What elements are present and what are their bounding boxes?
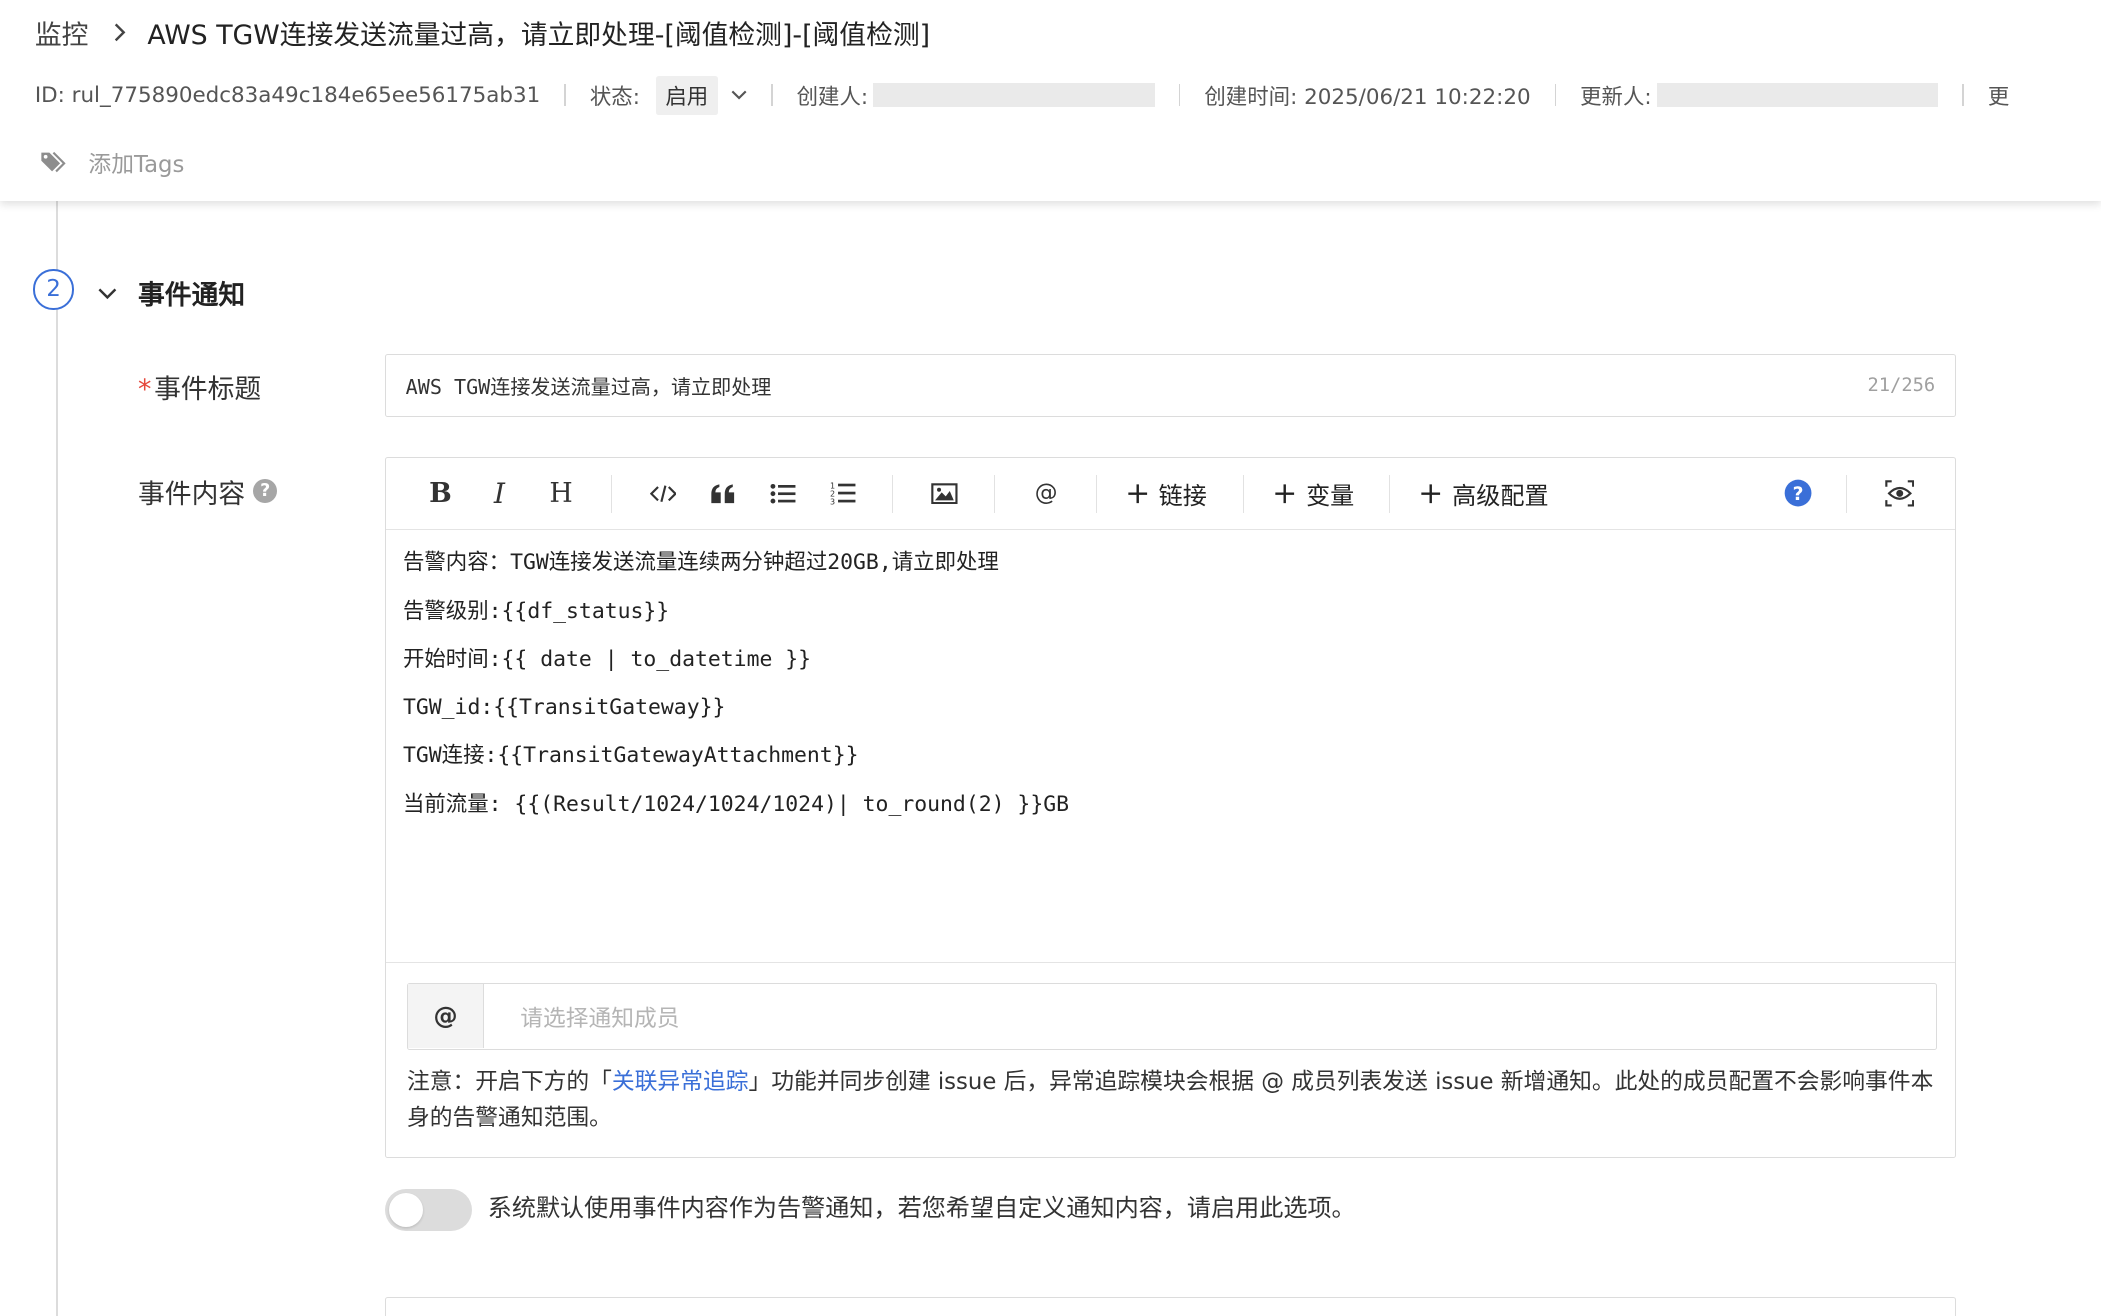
add-tags-button[interactable]: 添加Tags bbox=[40, 145, 184, 180]
divider bbox=[610, 475, 612, 513]
ordered-list-icon[interactable]: 123 bbox=[826, 458, 861, 529]
plus-icon bbox=[1127, 484, 1147, 503]
event-title-value: AWS TGW连接发送流量过高，请立即处理 bbox=[405, 374, 772, 399]
creator-redacted bbox=[873, 83, 1155, 108]
notify-members-select[interactable]: @ 请选择通知成员 bbox=[406, 983, 1938, 1051]
at-sign-icon: @ bbox=[407, 984, 485, 1049]
quote-icon[interactable] bbox=[706, 458, 741, 529]
page-title: AWS TGW连接发送流量过高，请立即处理-[阈值检测]-[阈值检测] bbox=[147, 19, 931, 51]
divider bbox=[1846, 475, 1848, 513]
divider bbox=[1095, 475, 1098, 513]
notice-text: 注意：开启下方的「关联异常追踪」功能并同步创建 issue 后，异常追踪模块会根… bbox=[406, 1068, 1934, 1131]
chevron-down-icon[interactable] bbox=[731, 90, 747, 101]
divider bbox=[892, 475, 894, 513]
question-circle-icon[interactable]: ? bbox=[253, 479, 278, 504]
editor-line: 当前流量: {{(Result/1024/1024/1024)| to_roun… bbox=[402, 791, 1070, 817]
event-content-label-text: 事件内容 bbox=[138, 478, 246, 510]
trailing-meta-label: 更 bbox=[1987, 84, 2010, 110]
mention-button[interactable]: @ bbox=[1029, 458, 1064, 529]
event-title-input[interactable]: AWS TGW连接发送流量过高，请立即处理 21/256 bbox=[384, 353, 1957, 417]
add-tags-label: 添加Tags bbox=[88, 151, 185, 178]
svg-text:?: ? bbox=[1792, 484, 1803, 505]
divider bbox=[1554, 84, 1557, 106]
created-time: 创建时间: 2025/06/21 10:22:20 bbox=[1204, 84, 1531, 110]
member-placeholder: 请选择通知成员 bbox=[520, 1006, 680, 1033]
toggle-knob bbox=[388, 1192, 424, 1228]
custom-notify-toggle[interactable] bbox=[384, 1188, 472, 1232]
advanced-config-button[interactable]: 高级配置 bbox=[1420, 458, 1549, 529]
updater-redacted bbox=[1656, 83, 1939, 108]
step-number-badge: 2 bbox=[33, 269, 74, 310]
bold-button[interactable]: B bbox=[423, 458, 458, 529]
chevron-right-icon bbox=[113, 23, 126, 42]
preview-eye-icon[interactable] bbox=[1881, 458, 1919, 529]
divider bbox=[1243, 475, 1245, 513]
page-header: 监控 AWS TGW连接发送流量过高，请立即处理-[阈值检测]-[阈值检测] I… bbox=[0, 0, 2101, 201]
editor-line: 开始时间:{{ date | to_datetime }} bbox=[402, 646, 812, 672]
plus-icon bbox=[1421, 484, 1441, 503]
event-content-label: 事件内容 ? bbox=[138, 472, 278, 511]
event-title-label-text: 事件标题 bbox=[154, 374, 262, 406]
heading-button[interactable]: H bbox=[544, 458, 579, 529]
updater-label: 更新人: bbox=[1580, 84, 1652, 110]
plus-icon bbox=[1275, 484, 1295, 503]
insert-variable-button[interactable]: 变量 bbox=[1274, 458, 1354, 529]
required-mark: * bbox=[138, 374, 152, 406]
help-circle-icon[interactable]: ? bbox=[1782, 458, 1814, 529]
editor-line: 告警内容：TGW连接发送流量连续两分钟超过20GB,请立即处理 bbox=[402, 550, 999, 576]
divider bbox=[1389, 475, 1391, 513]
breadcrumb-root-link[interactable]: 监控 bbox=[35, 13, 89, 52]
bullet-list-icon[interactable] bbox=[766, 458, 801, 529]
timeline-line bbox=[56, 200, 58, 1316]
next-field-box bbox=[384, 1297, 1957, 1316]
related-issue-tracking-link[interactable]: 关联异常追踪 bbox=[612, 1069, 749, 1095]
editor-line: TGW_id:{{TransitGateway}} bbox=[402, 695, 726, 721]
status-select[interactable]: 启用 bbox=[655, 75, 718, 115]
editor-toolbar: B I H 123 @ 链接 变量 高级配置 ? bbox=[385, 458, 1955, 530]
code-icon[interactable] bbox=[645, 458, 680, 529]
italic-button[interactable]: I bbox=[485, 458, 514, 529]
event-title-label: * 事件标题 bbox=[138, 367, 261, 406]
custom-notify-label: 系统默认使用事件内容作为告警通知，若您希望自定义通知内容，请启用此选项。 bbox=[487, 1194, 1356, 1223]
breadcrumb: 监控 AWS TGW连接发送流量过高，请立即处理-[阈值检测]-[阈值检测] bbox=[35, 13, 930, 51]
editor-line: 告警级别:{{df_status}} bbox=[402, 598, 670, 624]
divider bbox=[1178, 84, 1181, 106]
editor-line: TGW连接:{{TransitGatewayAttachment}} bbox=[402, 743, 859, 769]
divider bbox=[1962, 84, 1964, 106]
tag-icon bbox=[40, 150, 67, 174]
char-counter: 21/256 bbox=[1867, 374, 1936, 396]
rich-text-editor: B I H 123 @ 链接 变量 高级配置 ? 告警内容：TGW连接发送流量连… bbox=[384, 456, 1957, 1158]
creator-label: 创建人: bbox=[796, 84, 869, 110]
divider bbox=[564, 84, 566, 106]
divider bbox=[385, 961, 1955, 964]
divider bbox=[993, 475, 996, 513]
chevron-down-icon[interactable] bbox=[98, 281, 117, 306]
image-icon[interactable] bbox=[927, 458, 962, 529]
meta-row: ID: rul_775890edc83a49c184e65ee56175ab31… bbox=[34, 75, 2010, 115]
svg-text:3: 3 bbox=[830, 498, 835, 506]
section-title[interactable]: 事件通知 bbox=[138, 273, 245, 312]
editor-content[interactable]: 告警内容：TGW连接发送流量连续两分钟超过20GB,请立即处理 告警级别:{{d… bbox=[403, 546, 1069, 835]
status-label: 状态: bbox=[589, 84, 640, 110]
divider bbox=[771, 84, 773, 106]
insert-link-button[interactable]: 链接 bbox=[1127, 458, 1207, 529]
rule-id: ID: rul_775890edc83a49c184e65ee56175ab31 bbox=[34, 82, 541, 108]
